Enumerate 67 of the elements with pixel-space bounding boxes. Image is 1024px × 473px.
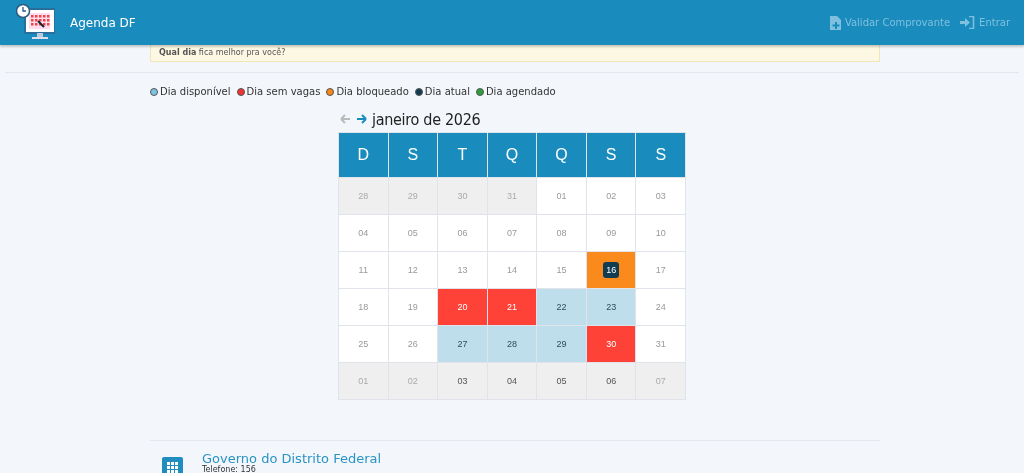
day-cell[interactable]: 21 <box>487 289 537 325</box>
month-title: janeiro de 2026 <box>372 109 481 129</box>
day-cell[interactable]: 10 <box>636 215 685 251</box>
legend-label: Dia atual <box>424 86 470 97</box>
day-cell[interactable]: 26 <box>388 326 438 362</box>
weekday-header: S <box>388 133 438 177</box>
weekday-header: Q <box>537 133 586 177</box>
today-badge: 16 <box>603 262 620 278</box>
day-cell[interactable]: 07 <box>636 363 685 399</box>
weekday-header: S <box>586 133 636 177</box>
weekday-header: S <box>636 133 685 177</box>
phone-text: Telefone: 156 <box>202 466 257 473</box>
day-cell[interactable]: 11 <box>339 252 388 288</box>
login-icon <box>960 16 976 29</box>
document-icon <box>829 15 841 30</box>
day-cell[interactable]: 06 <box>586 363 636 399</box>
validate-link[interactable]: Validar Comprovante <box>829 15 951 30</box>
day-cell[interactable]: 12 <box>388 252 438 288</box>
day-cell[interactable]: 24 <box>636 289 685 325</box>
day-cell[interactable]: 29 <box>388 178 438 214</box>
day-cell[interactable]: 23 <box>586 289 636 325</box>
day-cell[interactable]: 02 <box>388 363 438 399</box>
day-cell[interactable]: 30 <box>586 326 636 362</box>
weekday-header: D <box>339 133 388 177</box>
day-cell[interactable]: 04 <box>339 215 388 251</box>
day-cell[interactable]: 15 <box>537 252 586 288</box>
day-cell[interactable]: 01 <box>537 178 586 214</box>
day-cell[interactable]: 28 <box>339 178 388 214</box>
day-cell[interactable]: 05 <box>388 215 438 251</box>
day-cell[interactable]: 06 <box>438 215 487 251</box>
day-cell[interactable]: 17 <box>636 252 685 288</box>
notice-text: Qual dia fica melhor pra você? <box>159 48 286 57</box>
day-cell[interactable]: 29 <box>537 326 586 362</box>
weekday-header: Q <box>487 133 537 177</box>
day-cell[interactable]: 04 <box>487 363 537 399</box>
day-cell[interactable]: 20 <box>438 289 487 325</box>
day-cell[interactable]: 22 <box>537 289 586 325</box>
login-link[interactable]: Entrar <box>960 16 1010 29</box>
legend-label: Dia sem vagas <box>246 86 321 97</box>
day-cell[interactable]: 18 <box>339 289 388 325</box>
legend-label: Dia bloqueado <box>336 86 409 97</box>
day-cell[interactable]: 28 <box>487 326 537 362</box>
day-cell[interactable]: 25 <box>339 326 388 362</box>
day-cell[interactable]: 31 <box>636 326 685 362</box>
day-cell[interactable]: 27 <box>438 326 487 362</box>
day-cell[interactable]: 14 <box>487 252 537 288</box>
day-cell[interactable]: 08 <box>537 215 586 251</box>
day-cell[interactable]: 02 <box>586 178 636 214</box>
right-arrow-icon[interactable] <box>356 114 367 124</box>
day-cell[interactable]: 03 <box>438 363 487 399</box>
day-cell[interactable]: 31 <box>487 178 537 214</box>
weekday-header: T <box>438 133 487 177</box>
footer-title: Governo do Distrito Federal <box>202 451 382 466</box>
day-cell[interactable]: 01 <box>339 363 388 399</box>
day-cell[interactable]: 07 <box>487 215 537 251</box>
building-icon <box>162 457 183 473</box>
day-cell[interactable]: 30 <box>438 178 487 214</box>
app-title: Agenda DF <box>70 15 136 30</box>
legend-label: Dia disponível <box>160 86 231 97</box>
day-cell[interactable]: 05 <box>537 363 586 399</box>
day-cell[interactable]: 16 <box>586 252 636 288</box>
day-cell[interactable]: 03 <box>636 178 685 214</box>
day-cell[interactable]: 09 <box>586 215 636 251</box>
legend-label: Dia agendado <box>485 86 556 97</box>
day-cell[interactable]: 19 <box>388 289 438 325</box>
day-cell[interactable]: 13 <box>438 252 487 288</box>
logo-icon <box>16 4 55 41</box>
